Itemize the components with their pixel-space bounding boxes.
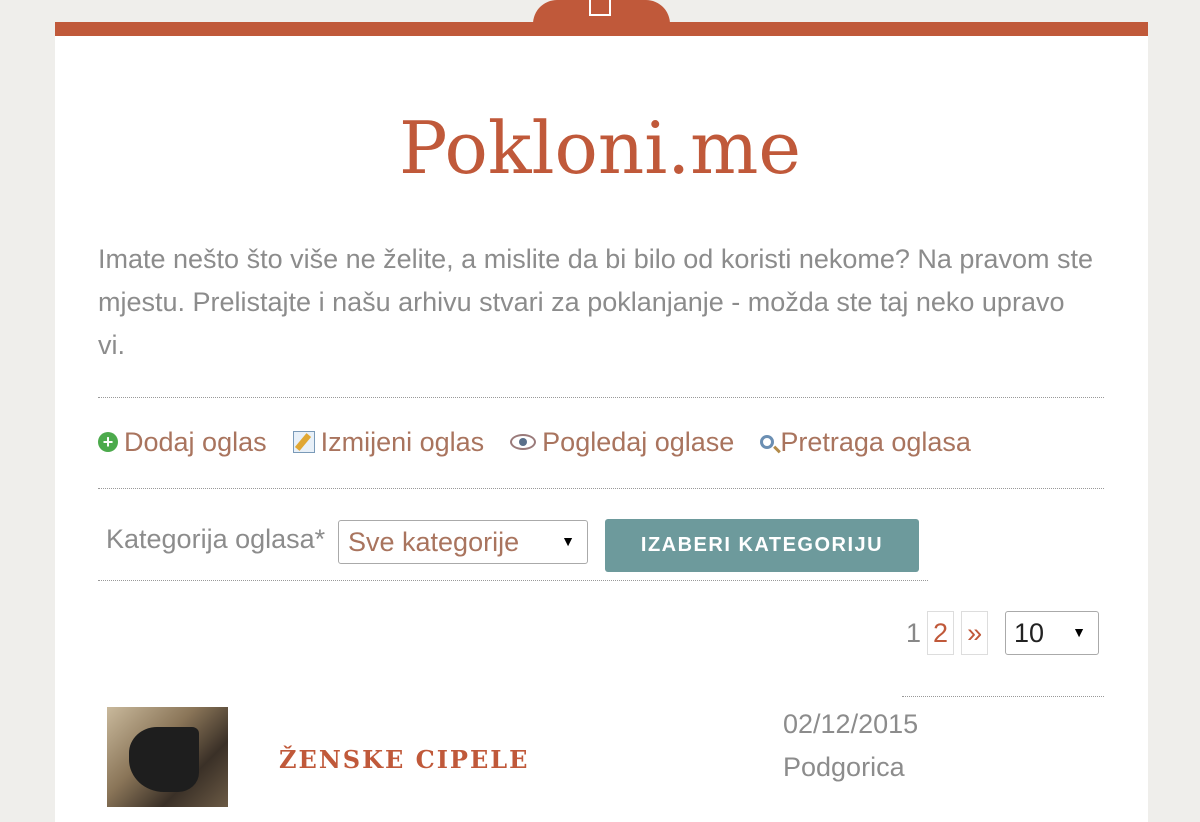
edit-icon bbox=[292, 431, 315, 453]
nav-search-listings[interactable]: Pretraga oglasa bbox=[760, 427, 971, 458]
site-title[interactable]: Pokloni.me bbox=[0, 108, 1200, 188]
divider bbox=[902, 696, 1104, 697]
nav-add-listing[interactable]: + Dodaj oglas bbox=[98, 427, 267, 458]
next-page-link[interactable]: » bbox=[961, 611, 989, 655]
nav-label: Pretraga oglasa bbox=[780, 426, 971, 457]
shoe-image bbox=[129, 727, 199, 792]
nav-label: Pogledaj oglase bbox=[542, 426, 735, 457]
nav-bar: + Dodaj oglas Izmijeni oglas Pogledaj og… bbox=[98, 420, 997, 464]
search-icon bbox=[760, 435, 775, 449]
category-select[interactable]: Sve kategorije ▼ bbox=[338, 520, 588, 564]
chevron-down-icon: ▼ bbox=[561, 533, 575, 549]
nav-view-listings[interactable]: Pogledaj oglase bbox=[510, 427, 734, 458]
page-2-link[interactable]: 2 bbox=[927, 611, 955, 655]
intro-text: Imate nešto što više ne želite, a mislit… bbox=[98, 244, 1093, 360]
gift-icon bbox=[589, 0, 611, 16]
add-icon: + bbox=[98, 432, 118, 452]
listing-thumbnail[interactable] bbox=[107, 707, 228, 807]
listing-title[interactable]: ŽENSKE CIPELE bbox=[279, 745, 529, 774]
pagination: 1 2 » bbox=[906, 611, 995, 655]
nav-label: Dodaj oglas bbox=[124, 426, 267, 457]
listing-city: Podgorica bbox=[783, 752, 905, 782]
nav-label: Izmijeni oglas bbox=[320, 426, 485, 457]
category-label: Kategorija oglasa* bbox=[106, 524, 326, 554]
choose-category-button[interactable]: IZABERI KATEGORIJU bbox=[605, 519, 919, 572]
category-selected-value: Sve kategorije bbox=[348, 526, 520, 557]
eye-icon bbox=[510, 434, 537, 450]
divider bbox=[98, 488, 1104, 489]
divider bbox=[98, 397, 1104, 398]
current-page: 1 bbox=[906, 617, 922, 648]
chevron-down-icon: ▼ bbox=[1072, 624, 1086, 640]
per-page-value: 10 bbox=[1014, 617, 1045, 648]
nav-edit-listing[interactable]: Izmijeni oglas bbox=[292, 426, 485, 458]
divider bbox=[98, 580, 928, 581]
listing-date: 02/12/2015 bbox=[783, 709, 919, 739]
per-page-select[interactable]: 10 ▼ bbox=[1005, 611, 1099, 655]
